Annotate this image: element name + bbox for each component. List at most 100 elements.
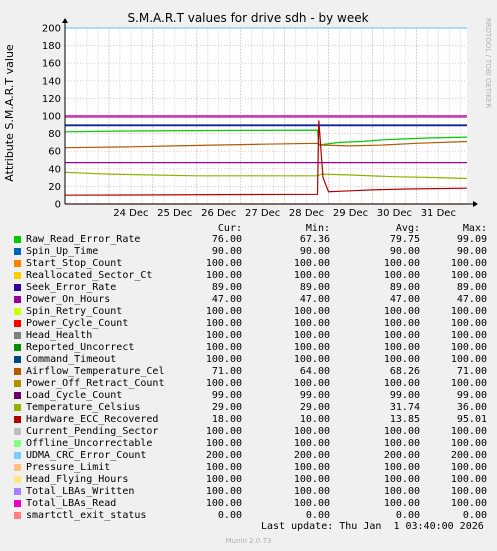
legend-series-name: Command_Timeout [26, 354, 117, 365]
legend-value-cur: 18.00 [211, 414, 242, 425]
legend-value-cur: 100.00 [205, 426, 242, 437]
legend-value-max: 47.00 [456, 294, 487, 305]
legend-swatch [14, 404, 21, 411]
legend-swatch [14, 488, 21, 495]
legend-value-avg: 100.00 [383, 318, 420, 329]
x-tick-label: 26 Dec [201, 208, 236, 219]
legend-row: Temperature_Celsius 29.00 29.00 31.74 36.00 [12, 402, 492, 414]
legend-value-avg: 200.00 [383, 450, 420, 461]
legend-row: Load_Cycle_Count 99.00 99.00 99.00 99.00 [12, 390, 492, 402]
legend-value-min: 100.00 [293, 258, 330, 269]
x-tick-label: 28 Dec [289, 208, 324, 219]
legend-series-name: Total_LBAs_Read [26, 498, 117, 509]
legend-series-name: Spin_Up_Time [26, 246, 99, 257]
legend-swatch [14, 464, 21, 471]
legend-value-avg: 68.26 [389, 366, 420, 377]
legend-row: Spin_Retry_Count 100.00 100.00 100.00 100.00 [12, 306, 492, 318]
legend-value-avg: 100.00 [383, 498, 420, 509]
legend-series-name: Head_Flying_Hours [26, 474, 129, 485]
legend-row: Pressure_Limit 100.00 100.00 100.00 100.00 [12, 462, 492, 474]
legend-value-cur: 0.00 [217, 510, 242, 521]
legend-series-name: Head_Health [26, 330, 93, 341]
legend-value-min: 100.00 [293, 438, 330, 449]
legend-series-name: Start_Stop_Count [26, 258, 123, 269]
legend-value-min: 100.00 [293, 318, 330, 329]
legend-value-cur: 100.00 [205, 306, 242, 317]
legend-value-min: 90.00 [299, 246, 330, 257]
legend-value-max: 100.00 [450, 306, 487, 317]
legend-series-name: Airflow_Temperature_Cel [26, 366, 165, 377]
y-tick-label: 160 [42, 59, 61, 70]
legend-value-min: 29.00 [299, 402, 330, 413]
legend-swatch [14, 512, 21, 519]
legend-value-cur: 100.00 [205, 498, 242, 509]
legend-swatch [14, 248, 21, 255]
legend-value-min: 64.00 [299, 366, 330, 377]
y-tick-label: 180 [42, 41, 61, 52]
chart-title: S.M.A.R.T values for drive sdh - by week [127, 11, 368, 25]
legend-value-avg: 100.00 [383, 306, 420, 317]
legend-value-min: 100.00 [293, 486, 330, 497]
legend-value-min: 47.00 [299, 294, 330, 305]
legend-value-avg: 100.00 [383, 438, 420, 449]
legend-swatch [14, 296, 21, 303]
legend-row: UDMA_CRC_Error_Count 200.00 200.00 200.00 20… [12, 450, 492, 462]
legend-value-avg: 90.00 [389, 246, 420, 257]
legend-value-avg: 100.00 [383, 378, 420, 389]
x-tick-label: 27 Dec [245, 208, 280, 219]
legend-value-cur: 100.00 [205, 342, 242, 353]
legend-value-cur: 100.00 [205, 354, 242, 365]
legend-swatch [14, 272, 21, 279]
legend-value-max: 100.00 [450, 318, 487, 329]
col-header-max: Max: [462, 223, 487, 234]
legend-swatch [14, 500, 21, 507]
legend-value-cur: 100.00 [205, 438, 242, 449]
legend-swatch [14, 236, 21, 243]
legend-row: Raw_Read_Error_Rate 76.00 67.36 79.75 99.09 [12, 234, 492, 246]
y-tick-label: 120 [42, 94, 61, 105]
legend-row: Reported_Uncorrect 100.00 100.00 100.00 100.… [12, 342, 492, 354]
legend-value-avg: 100.00 [383, 258, 420, 269]
x-tick-label: 29 Dec [333, 208, 368, 219]
legend-value-max: 100.00 [450, 426, 487, 437]
legend-swatch [14, 308, 21, 315]
legend-value-avg: 89.00 [389, 282, 420, 293]
x-axis-arrow [473, 201, 478, 207]
legend-value-min: 100.00 [293, 354, 330, 365]
legend-row: Head_Flying_Hours 100.00 100.00 100.00 100.0… [12, 474, 492, 486]
legend-value-avg: 100.00 [383, 270, 420, 281]
legend-row: Start_Stop_Count 100.00 100.00 100.00 100.00 [12, 258, 492, 270]
legend-series-name: UDMA_CRC_Error_Count [26, 450, 147, 461]
y-tick-label: 0 [55, 200, 61, 211]
chart: S.M.A.R.T values for drive sdh - by week… [3, 11, 492, 219]
legend-series-name: Power_Off_Retract_Count [26, 378, 165, 389]
col-header-min: Min: [305, 223, 330, 234]
legend-swatch [14, 344, 21, 351]
legend-swatch [14, 368, 21, 375]
legend-value-max: 89.00 [456, 282, 487, 293]
legend-row: Power_Cycle_Count 100.00 100.00 100.00 100.0… [12, 318, 492, 330]
x-tick-label: 30 Dec [377, 208, 412, 219]
legend-row: Power_On_Hours 47.00 47.00 47.00 47.00 [12, 294, 492, 306]
legend-row: Power_Off_Retract_Count 100.00 100.00 100.0… [12, 378, 492, 390]
legend-value-cur: 100.00 [205, 474, 242, 485]
legend-row: Command_Timeout 100.00 100.00 100.00 100.00 [12, 354, 492, 366]
legend-swatch [14, 260, 21, 267]
legend-series-name: Spin_Retry_Count [26, 306, 123, 317]
legend-value-max: 100.00 [450, 354, 487, 365]
legend-series-name: Power_Cycle_Count [26, 318, 129, 329]
legend-value-min: 100.00 [293, 474, 330, 485]
legend-value-cur: 89.00 [211, 282, 242, 293]
legend-series-name: Pressure_Limit [26, 462, 111, 473]
legend-value-avg: 79.75 [389, 234, 420, 245]
legend-value-min: 100.00 [293, 378, 330, 389]
legend-value-cur: 71.00 [211, 366, 242, 377]
legend-value-min: 100.00 [293, 306, 330, 317]
legend-value-max: 100.00 [450, 438, 487, 449]
legend-value-cur: 100.00 [205, 318, 242, 329]
legend-value-cur: 100.00 [205, 378, 242, 389]
legend-value-cur: 29.00 [211, 402, 242, 413]
legend-value-cur: 100.00 [205, 258, 242, 269]
rrdtool-credit: RRDTOOL / TOBI OETIKER [484, 18, 492, 108]
legend-value-avg: 31.74 [389, 402, 420, 413]
